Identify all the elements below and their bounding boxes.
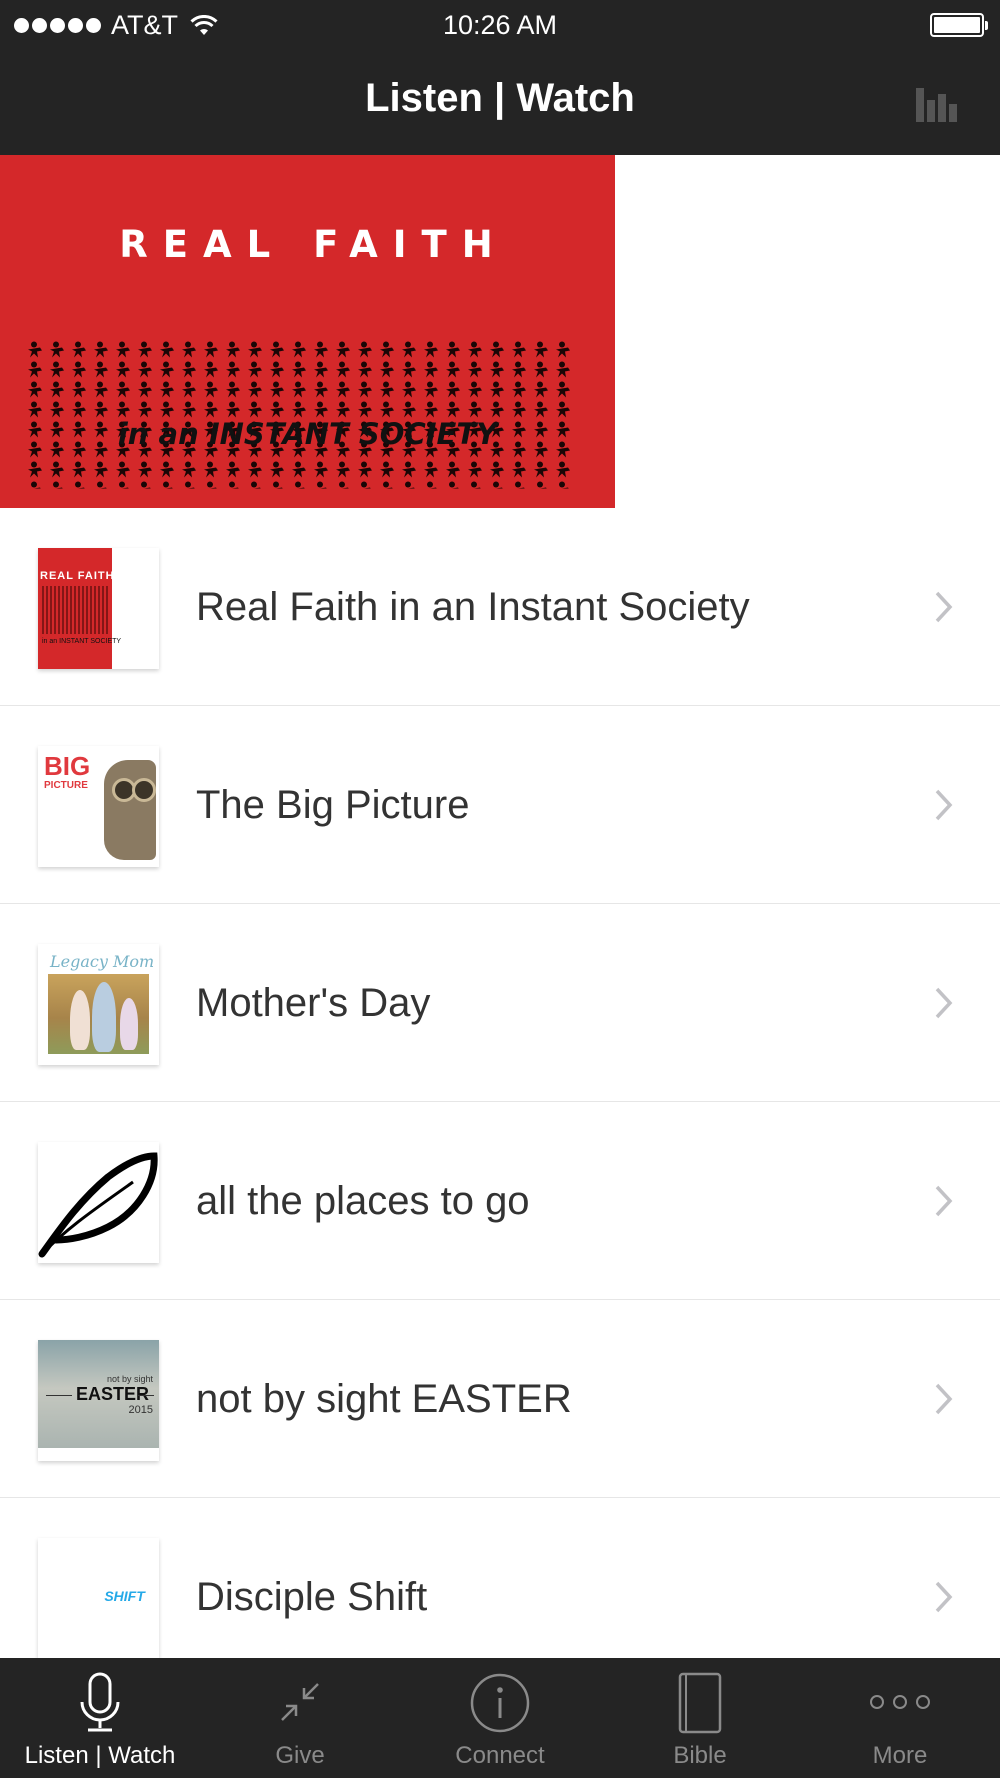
thumbnail-title: BIG <box>44 751 91 781</box>
thumbnail-subtitle: not by sight <box>106 1374 153 1384</box>
page-title: Listen | Watch <box>365 76 635 120</box>
series-thumbnail: not by sight EASTER 2015 <box>38 1340 159 1461</box>
tab-listen-watch[interactable]: Listen | Watch <box>0 1658 200 1778</box>
thumbnail-title: REAL FAITH <box>40 570 115 582</box>
list-item[interactable]: BIG PICTURE The Big Picture <box>0 706 1000 904</box>
series-thumbnail: discipleSHIFT <box>38 1538 159 1659</box>
status-time: 10:26 AM <box>442 10 558 40</box>
chevron-right-icon <box>935 591 953 623</box>
list-item[interactable]: REAL FAITH in an INSTANT SOCIETY Real Fa… <box>0 508 1000 706</box>
series-title: Real Faith in an Instant Society <box>196 585 750 629</box>
tab-bar: Listen | Watch Give Connect Bible More <box>0 1658 1000 1778</box>
thumbnail-year: 2015 <box>128 1404 153 1416</box>
series-thumbnail: REAL FAITH in an INSTANT SOCIETY <box>38 548 159 669</box>
battery-icon <box>930 13 988 37</box>
tab-label: Connect <box>455 1742 545 1769</box>
chevron-right-icon <box>935 1383 953 1415</box>
bar-chart-icon[interactable] <box>916 82 958 122</box>
series-title: not by sight EASTER <box>196 1377 572 1421</box>
series-title: all the places to go <box>196 1179 530 1223</box>
status-bar: AT&T 10:26 AM <box>0 0 1000 52</box>
thumbnail-title-accent: SHIFT <box>104 1588 145 1604</box>
family-photo <box>48 974 149 1054</box>
list-item[interactable]: all the places to go <box>0 1102 1000 1300</box>
thumbnail-title: discipleSHIFT <box>38 1588 159 1604</box>
list-item[interactable]: not by sight EASTER 2015 not by sight EA… <box>0 1300 1000 1498</box>
tab-bible[interactable]: Bible <box>600 1658 800 1778</box>
chevron-right-icon <box>935 987 953 1019</box>
series-thumbnail: Legacy Mom <box>38 944 159 1065</box>
tab-give[interactable]: Give <box>200 1658 400 1778</box>
book-icon <box>678 1672 722 1734</box>
thumbnail-subtitle: PICTURE <box>44 780 88 791</box>
series-list: REAL FAITH in an INSTANT SOCIETY Real Fa… <box>0 508 1000 1696</box>
chevron-right-icon <box>935 1581 953 1613</box>
tab-label: Listen | Watch <box>24 1742 176 1769</box>
featured-series-banner[interactable]: REAL FAITH in an INSTANT SOCIETY <box>0 155 615 508</box>
banner-title: REAL FAITH <box>119 223 508 266</box>
thumbnail-title-main: disciple <box>52 1588 105 1604</box>
tab-more[interactable]: More <box>800 1658 1000 1778</box>
series-thumbnail <box>38 1142 159 1263</box>
more-dots-icon <box>870 1695 930 1709</box>
tab-label: Bible <box>673 1742 727 1769</box>
leaf-icon <box>38 1152 158 1258</box>
series-title: The Big Picture <box>196 783 470 827</box>
banner-subtitle: in an INSTANT SOCIETY <box>117 417 498 451</box>
info-icon <box>470 1673 530 1733</box>
list-item[interactable]: Legacy Mom Mother's Day <box>0 904 1000 1102</box>
people-pattern-graphic <box>25 340 575 489</box>
series-title: Mother's Day <box>196 981 431 1025</box>
arrows-in-icon <box>281 1683 319 1721</box>
chevron-right-icon <box>935 1185 953 1217</box>
chevron-right-icon <box>935 789 953 821</box>
series-thumbnail: BIG PICTURE <box>38 746 159 867</box>
tab-label: Give <box>275 1742 325 1769</box>
tab-label: More <box>872 1742 928 1769</box>
binoculars-graphic <box>104 760 156 860</box>
thumbnail-title: Legacy Mom <box>50 952 155 971</box>
microphone-icon <box>80 1672 120 1732</box>
top-bar: AT&T 10:26 AM Listen | Watch <box>0 0 1000 155</box>
thumbnail-subtitle: in an INSTANT SOCIETY <box>42 638 122 645</box>
tab-connect[interactable]: Connect <box>400 1658 600 1778</box>
